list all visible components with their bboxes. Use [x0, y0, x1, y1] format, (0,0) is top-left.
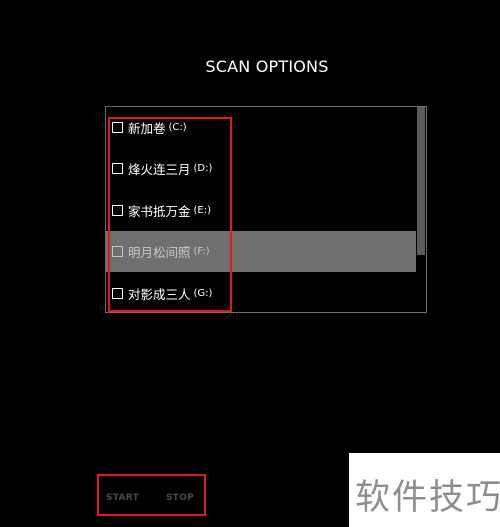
drive-checkbox-f[interactable] — [112, 246, 123, 257]
drive-name-e: 家书抵万金 — [128, 204, 191, 219]
stop-button[interactable]: STOP — [166, 493, 194, 503]
drive-checkbox-c[interactable] — [112, 122, 123, 133]
drive-item-f[interactable]: 明月松间照 (F:) — [106, 231, 416, 272]
drive-name-c: 新加卷 — [128, 121, 166, 136]
drive-list-scrollbar[interactable] — [416, 107, 426, 312]
drive-item-c[interactable]: 新加卷 (C:) — [106, 107, 416, 148]
drive-letter-e: (E:) — [193, 205, 212, 216]
drive-letter-g: (G:) — [193, 288, 213, 299]
drive-letter-c: (C:) — [168, 122, 187, 133]
drive-name-d: 烽火连三月 — [128, 162, 191, 177]
drive-name-f: 明月松间照 — [128, 245, 191, 260]
drive-name-g: 对影成三人 — [128, 287, 191, 302]
drive-list[interactable]: 新加卷 (C:) 烽火连三月 (D:) 家书抵万金 (E:) 明月松间照 (F:… — [105, 106, 427, 313]
watermark-logo: 软件技巧 — [349, 453, 500, 527]
scrollbar-thumb[interactable] — [417, 107, 425, 255]
dialog-title: SCAN OPTIONS — [205, 57, 329, 76]
drive-item-g[interactable]: 对影成三人 (G:) — [106, 273, 416, 312]
drive-item-d[interactable]: 烽火连三月 (D:) — [106, 148, 416, 189]
start-button[interactable]: START — [106, 493, 139, 503]
watermark-text: 软件技巧 — [355, 478, 500, 518]
drive-letter-f: (F:) — [193, 246, 210, 257]
drive-checkbox-g[interactable] — [112, 288, 123, 299]
scan-options-screen: SCAN OPTIONS 新加卷 (C:) 烽火连三月 (D:) 家书抵万金 (… — [0, 0, 500, 527]
drive-letter-d: (D:) — [193, 163, 213, 174]
drive-checkbox-e[interactable] — [112, 205, 123, 216]
drive-item-e[interactable]: 家书抵万金 (E:) — [106, 190, 416, 231]
drive-checkbox-d[interactable] — [112, 163, 123, 174]
